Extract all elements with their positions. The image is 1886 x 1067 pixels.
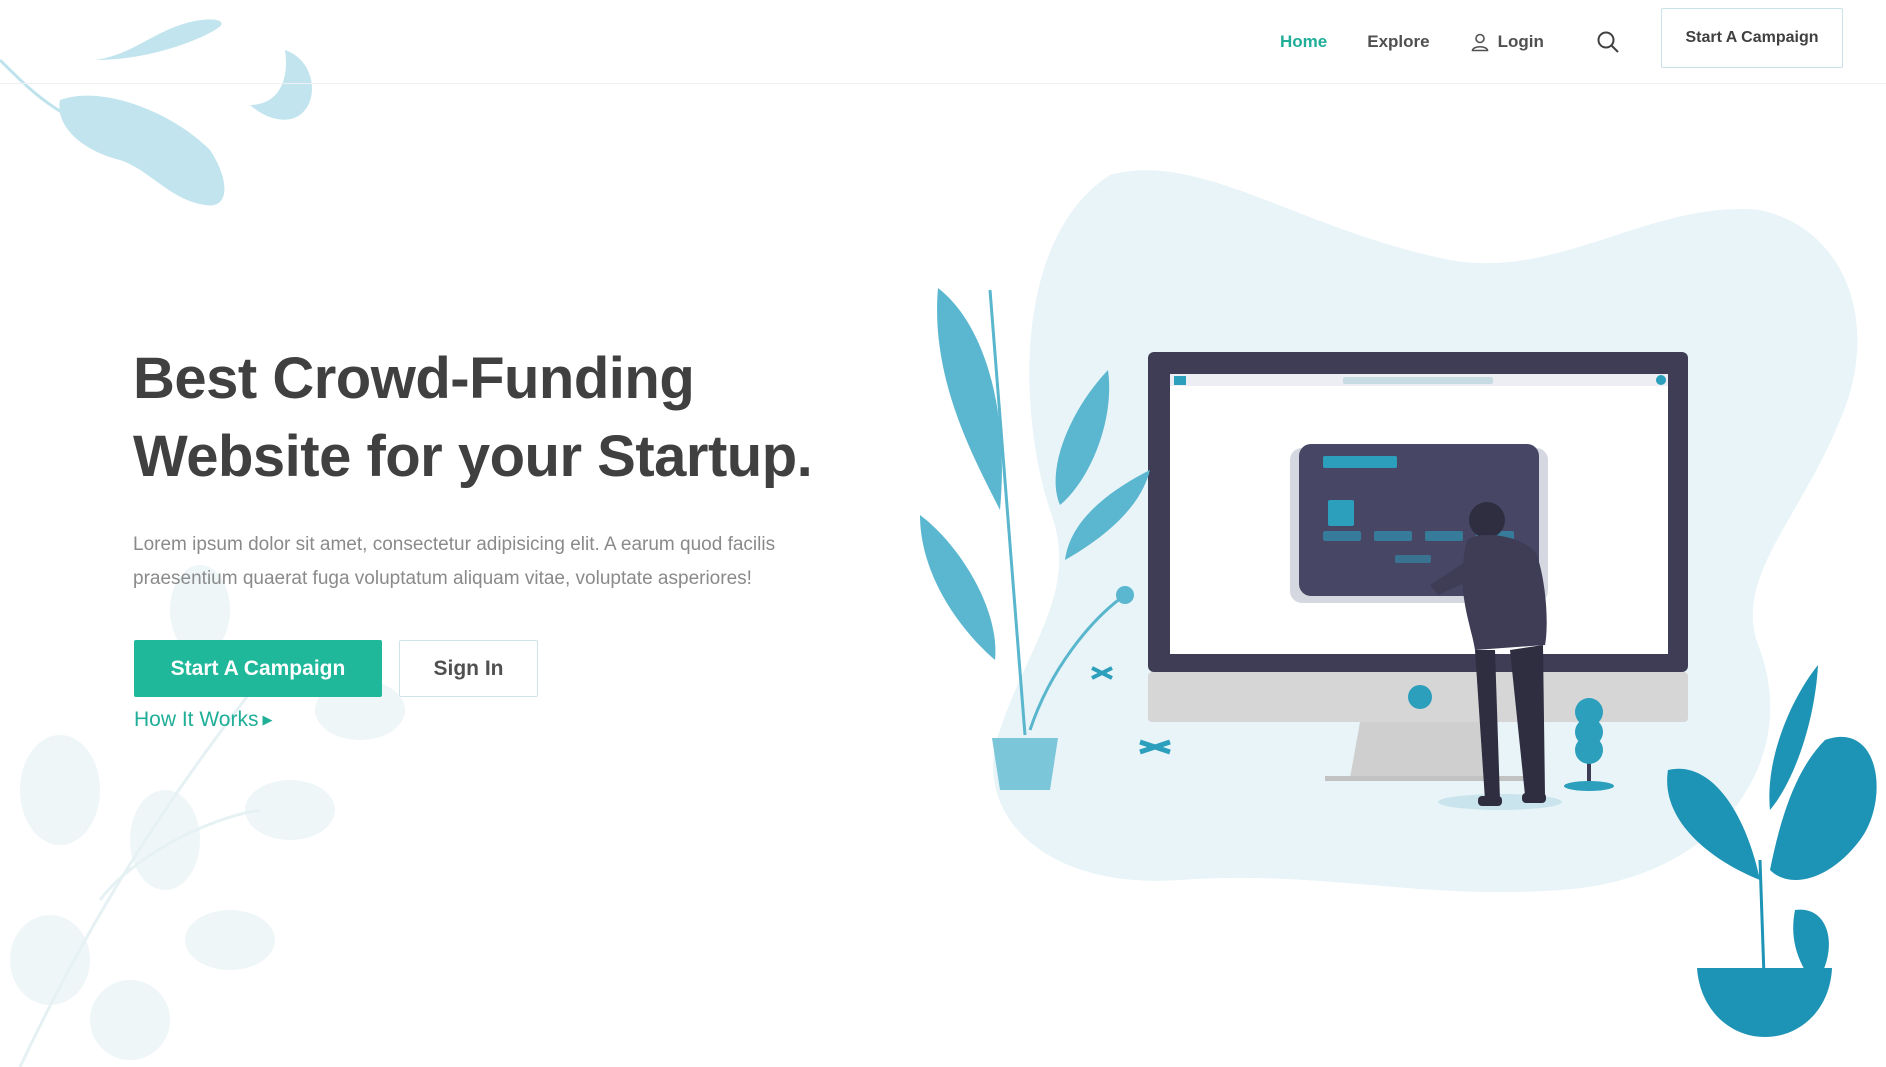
header-start-campaign-button[interactable]: Start A Campaign (1661, 8, 1843, 68)
hero-title-line-1: Best Crowd-Funding (133, 346, 695, 411)
site-header: Home Explore Login Start A Campaign (0, 0, 1886, 84)
hero-title: Best Crowd-Funding Website for your Star… (133, 340, 913, 496)
hero-title-line-2: Website for your Startup. (133, 424, 813, 489)
caret-right-icon: ▶ (262, 712, 273, 727)
nav-login-link[interactable]: Login (1470, 32, 1544, 52)
nav-home-link[interactable]: Home (1280, 32, 1327, 52)
how-it-works-link[interactable]: How It Works ▶ (134, 708, 272, 732)
hero-start-campaign-button[interactable]: Start A Campaign (134, 640, 382, 697)
nav-explore-link[interactable]: Explore (1367, 32, 1429, 52)
hero-illustration (920, 170, 1877, 1037)
hero-description: Lorem ipsum dolor sit amet, consectetur … (133, 528, 873, 596)
nav-login-label: Login (1497, 32, 1544, 51)
user-icon (1470, 32, 1490, 52)
hero-description-line-1: Lorem ipsum dolor sit amet, consectetur … (133, 534, 776, 555)
faded-leaves-decoration (10, 565, 405, 1067)
search-icon[interactable] (1596, 30, 1620, 54)
hero-sign-in-button[interactable]: Sign In (399, 640, 538, 697)
main-nav: Home Explore Login (1280, 0, 1642, 84)
how-it-works-label: How It Works (134, 708, 259, 731)
hero-description-line-2: praesentium quaerat fuga voluptatum aliq… (133, 568, 752, 589)
